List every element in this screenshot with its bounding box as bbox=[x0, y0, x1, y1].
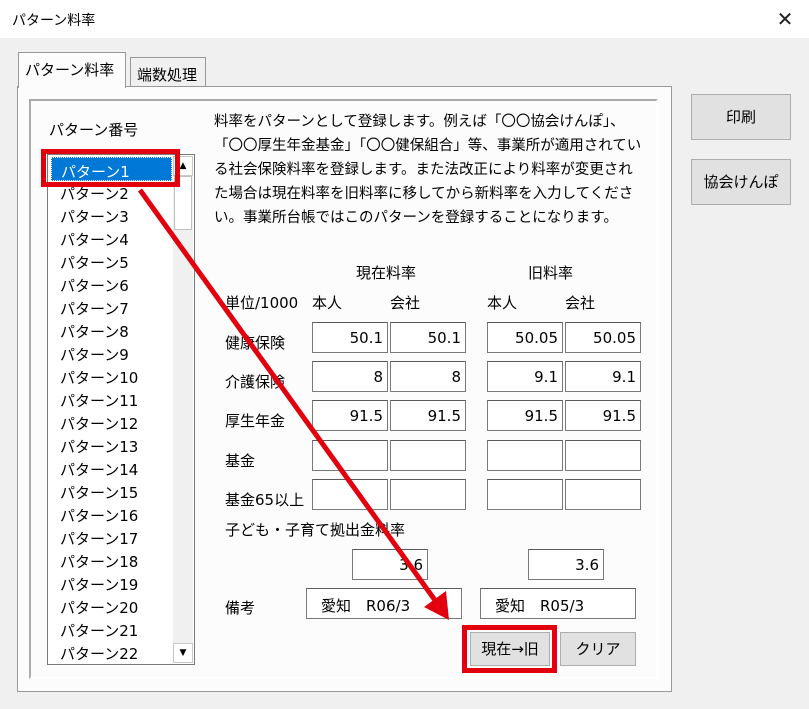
list-item[interactable]: パターン12 bbox=[60, 413, 138, 434]
list-item[interactable]: パターン20 bbox=[60, 597, 138, 618]
row-label-fund65: 基金65以上 bbox=[225, 491, 305, 509]
list-item[interactable]: パターン13 bbox=[60, 436, 138, 457]
list-scrollbar[interactable]: ▲ ▼ bbox=[173, 156, 193, 663]
fund65-old-company-field[interactable] bbox=[565, 479, 641, 510]
highlight-box-pattern1 bbox=[41, 149, 180, 187]
list-item[interactable]: パターン6 bbox=[60, 275, 129, 296]
fund-current-self-field[interactable] bbox=[312, 440, 388, 471]
list-item[interactable]: パターン18 bbox=[60, 551, 138, 572]
list-item[interactable]: パターン14 bbox=[60, 459, 138, 480]
pattern-number-label: パターン番号 bbox=[49, 121, 139, 139]
title-bar bbox=[0, 0, 809, 38]
current-company-header: 会社 bbox=[390, 294, 421, 312]
tab-rounding[interactable]: 端数処理 bbox=[130, 57, 206, 87]
remarks-current-field[interactable]: 愛知 R06/3 bbox=[306, 588, 462, 619]
row-label-fund: 基金 bbox=[225, 452, 256, 470]
child-rate-label: 子ども・子育て拠出金料率 bbox=[225, 521, 406, 539]
scroll-down-icon[interactable]: ▼ bbox=[173, 643, 193, 663]
row-label-health: 健康保険 bbox=[225, 334, 286, 352]
highlight-box-move-button bbox=[462, 625, 557, 673]
fund-old-self-field[interactable] bbox=[487, 440, 563, 471]
health-old-self-field[interactable]: 50.05 bbox=[487, 322, 563, 353]
clear-button[interactable]: クリア bbox=[560, 632, 636, 666]
unit-label: 単位/1000 bbox=[225, 294, 299, 312]
care-old-self-field[interactable]: 9.1 bbox=[487, 361, 563, 392]
list-item[interactable]: パターン11 bbox=[60, 390, 138, 411]
list-item[interactable]: パターン5 bbox=[60, 252, 129, 273]
description-text: 料率をパターンとして登録します。例えば「〇〇協会けんぽ」、「〇〇厚生年金基金」「… bbox=[214, 114, 642, 226]
child-rate-current-field[interactable]: 3.6 bbox=[352, 549, 428, 580]
list-item[interactable]: パターン16 bbox=[60, 505, 138, 526]
list-item[interactable]: パターン22 bbox=[60, 643, 138, 664]
care-current-company-field[interactable]: 8 bbox=[390, 361, 466, 392]
care-current-self-field[interactable]: 8 bbox=[312, 361, 388, 392]
pension-old-self-field[interactable]: 91.5 bbox=[487, 400, 563, 431]
remarks-old-field[interactable]: 愛知 R05/3 bbox=[480, 588, 636, 619]
old-rate-header: 旧料率 bbox=[528, 264, 574, 282]
row-label-pension: 厚生年金 bbox=[225, 412, 286, 430]
fund65-current-company-field[interactable] bbox=[390, 479, 466, 510]
list-item[interactable]: パターン21 bbox=[60, 620, 138, 641]
fund65-old-self-field[interactable] bbox=[487, 479, 563, 510]
print-button[interactable]: 印刷 bbox=[691, 94, 791, 140]
list-item[interactable]: パターン7 bbox=[60, 298, 129, 319]
list-item[interactable]: パターン10 bbox=[60, 367, 138, 388]
current-self-header: 本人 bbox=[312, 294, 343, 312]
kyokai-kenpo-button[interactable]: 協会けんぽ bbox=[691, 159, 791, 205]
list-item[interactable]: パターン4 bbox=[60, 229, 129, 250]
health-current-self-field[interactable]: 50.1 bbox=[312, 322, 388, 353]
window-title: パターン料率 bbox=[12, 13, 96, 29]
pension-current-self-field[interactable]: 91.5 bbox=[312, 400, 388, 431]
tab-pattern-rates[interactable]: パターン料率 bbox=[18, 52, 126, 88]
list-item[interactable]: パターン8 bbox=[60, 321, 129, 342]
pension-current-company-field[interactable]: 91.5 bbox=[390, 400, 466, 431]
remarks-label: 備考 bbox=[225, 599, 256, 617]
child-rate-old-field[interactable]: 3.6 bbox=[528, 549, 604, 580]
fund-old-company-field[interactable] bbox=[565, 440, 641, 471]
care-old-company-field[interactable]: 9.1 bbox=[565, 361, 641, 392]
list-item[interactable]: パターン9 bbox=[60, 344, 129, 365]
list-item[interactable]: パターン15 bbox=[60, 482, 138, 503]
old-company-header: 会社 bbox=[565, 294, 596, 312]
current-rate-header: 現在料率 bbox=[356, 264, 417, 282]
row-label-care: 介護保険 bbox=[225, 373, 286, 391]
fund-current-company-field[interactable] bbox=[390, 440, 466, 471]
close-icon[interactable]: ✕ bbox=[770, 6, 800, 32]
health-old-company-field[interactable]: 50.05 bbox=[565, 322, 641, 353]
pension-old-company-field[interactable]: 91.5 bbox=[565, 400, 641, 431]
old-self-header: 本人 bbox=[487, 294, 518, 312]
fund65-current-self-field[interactable] bbox=[312, 479, 388, 510]
list-item[interactable]: パターン3 bbox=[60, 206, 129, 227]
health-current-company-field[interactable]: 50.1 bbox=[390, 322, 466, 353]
list-item[interactable]: パターン17 bbox=[60, 528, 138, 549]
list-item[interactable]: パターン19 bbox=[60, 574, 138, 595]
